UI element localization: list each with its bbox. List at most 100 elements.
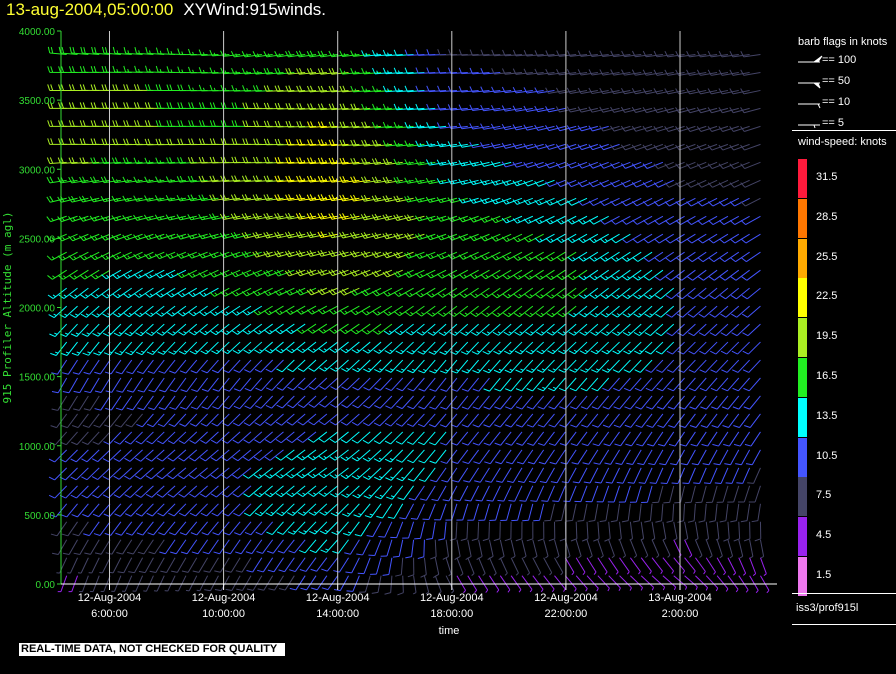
wind-barb-1029 xyxy=(417,413,436,428)
wind-barb-1520 xyxy=(588,215,609,225)
wind-barb-453 xyxy=(212,521,230,536)
wind-barb-704 xyxy=(296,323,317,334)
wind-barb-1873 xyxy=(720,341,740,355)
wind-barb-155 xyxy=(102,485,122,499)
wind-barb-663 xyxy=(287,521,306,535)
wind-barb-313 xyxy=(157,341,176,355)
wind-barb-525 xyxy=(231,305,252,316)
wind-barb-637 xyxy=(275,449,295,461)
wind-barb-793 xyxy=(329,341,349,353)
wind-barb-1395 xyxy=(546,305,566,318)
wind-barb-266 xyxy=(133,102,154,109)
wind-barb-1909 xyxy=(729,233,750,244)
wind-barb-790 xyxy=(330,395,349,408)
wind-barb-1394 xyxy=(546,323,566,336)
wind-barb-1093 xyxy=(439,341,458,355)
x-tick-label-date-0: 12-Aug-2004 xyxy=(78,592,142,604)
wind-barb-1454 xyxy=(568,323,588,336)
y-axis-label: 915 Profiler Altitude (m agl) xyxy=(1,211,14,403)
wind-barb-417 xyxy=(188,84,208,92)
wind-barb-430 xyxy=(201,395,219,410)
wind-barb-61 xyxy=(77,557,89,574)
wind-barb-900 xyxy=(384,575,393,595)
wind-barb-316 xyxy=(155,287,176,298)
wind-barb-662 xyxy=(288,539,306,554)
wind-barb-1475 xyxy=(585,485,599,503)
wind-barb-762 xyxy=(319,359,339,372)
wind-barb-1802 xyxy=(716,539,723,559)
wind-barb-1165 xyxy=(458,122,479,130)
wind-barb-1698 xyxy=(654,251,675,263)
wind-barb-253 xyxy=(136,341,154,356)
wind-barb-572 xyxy=(256,539,274,554)
wind-barb-1804 xyxy=(709,503,718,523)
wind-barb-1425 xyxy=(557,305,577,318)
wind-barb-213 xyxy=(125,521,143,536)
wind-barb-756 xyxy=(318,467,338,479)
wind-barb-1531 xyxy=(619,557,630,575)
wind-barb-1354 xyxy=(544,503,555,522)
wind-barb-1059 xyxy=(429,413,447,428)
wind-barb-1256 xyxy=(491,105,512,112)
wind-barb-544 xyxy=(243,503,263,517)
wind-barb-1590 xyxy=(640,575,655,591)
wind-barb-550 xyxy=(244,395,263,409)
wind-barb-1020 xyxy=(434,575,442,594)
wind-barb-1418 xyxy=(559,431,577,446)
wind-barb-582 xyxy=(254,359,274,373)
speed-label-8: 7.5 xyxy=(816,489,832,502)
wind-barb-521 xyxy=(234,377,252,392)
wind-barb-254 xyxy=(135,323,154,337)
wind-barb-546 xyxy=(242,467,263,479)
wind-barb-235 xyxy=(123,120,143,127)
wind-barb-117 xyxy=(79,84,100,91)
wind-barb-1610 xyxy=(621,215,642,225)
wind-barb-107 xyxy=(79,269,100,280)
wind-barb-1152 xyxy=(461,359,480,374)
wind-barb-64 xyxy=(71,503,89,518)
wind-barb-594 xyxy=(253,138,273,146)
wind-barb-76 xyxy=(69,287,89,299)
wind-barb-1562 xyxy=(629,539,638,558)
wind-barb-204 xyxy=(112,138,132,146)
wind-barb-1692 xyxy=(656,359,675,373)
wind-barb-105 xyxy=(80,305,100,318)
wind-barb-1574 xyxy=(612,323,631,336)
wind-barb-1456 xyxy=(567,287,588,299)
wind-barb-549 xyxy=(243,413,263,427)
wind-barb-159 xyxy=(104,413,122,428)
wind-barb-1300 xyxy=(515,395,534,410)
wind-barb-88 xyxy=(68,66,89,73)
wind-barb-1818 xyxy=(697,251,718,263)
wind-barb-1580 xyxy=(610,215,631,225)
wind-barb-631 xyxy=(278,557,295,573)
wind-barb-1870 xyxy=(721,395,740,410)
wind-barb-721 xyxy=(310,557,328,572)
wind-barb-1803 xyxy=(715,521,720,541)
wind-barb-1359 xyxy=(537,413,555,428)
wind-barb-581 xyxy=(255,377,274,392)
wind-barb-393 xyxy=(190,521,209,536)
wind-barb-763 xyxy=(318,341,339,353)
wind-barb-343 xyxy=(168,341,187,355)
wind-barb-25 xyxy=(47,120,67,127)
wind-barb-667 xyxy=(286,449,306,461)
wind-barb-975 xyxy=(394,305,414,317)
wind-barb-1514 xyxy=(590,323,610,336)
wind-barb-1720 xyxy=(667,395,685,410)
wind-barb-1530 xyxy=(619,575,632,591)
wind-barb-357 xyxy=(166,84,186,92)
wind-barb-844 xyxy=(353,503,371,518)
wind-barb-1518 xyxy=(589,251,609,262)
wind-barb-1694 xyxy=(655,323,675,337)
wind-barb-670 xyxy=(287,395,306,409)
wind-barb-1422 xyxy=(558,359,577,373)
wind-barb-1600 xyxy=(624,395,642,410)
wind-barb-94 xyxy=(82,503,100,518)
wind-barb-789 xyxy=(329,413,349,426)
wind-barb-491 xyxy=(223,377,241,392)
wind-barb-1699 xyxy=(654,233,674,244)
wind-barb-1157 xyxy=(458,269,479,279)
wind-barb-606 xyxy=(264,467,284,479)
wind-barb-1842 xyxy=(710,359,729,373)
